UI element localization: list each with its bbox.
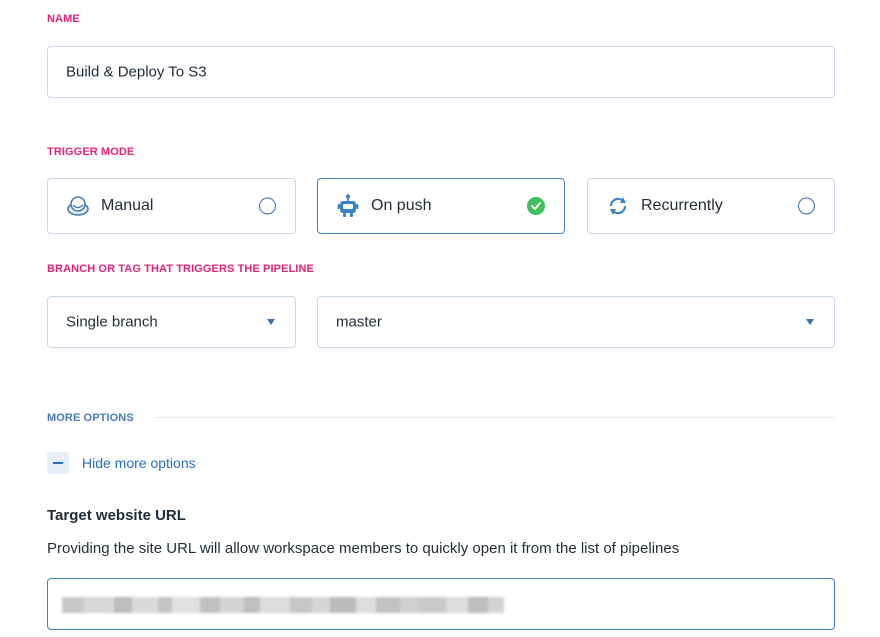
branch-name-select[interactable]: master — [317, 296, 835, 348]
radio-unchecked-icon[interactable] — [798, 197, 815, 215]
target-url-input[interactable] — [47, 578, 835, 630]
trigger-mode-manual-label: Manual — [101, 197, 154, 214]
trigger-mode-recurrently[interactable]: Recurrently — [587, 178, 835, 234]
minus-icon — [53, 462, 63, 464]
trigger-mode-on-push[interactable]: On push — [317, 178, 565, 234]
pipeline-name-input[interactable]: Build & Deploy To S3 — [47, 46, 835, 98]
caret-down-icon — [806, 319, 814, 325]
robot-icon — [335, 193, 361, 219]
trigger-mode-recurrently-label: Recurrently — [641, 197, 723, 214]
pipeline-name-value: Build & Deploy To S3 — [66, 63, 207, 81]
collapse-button[interactable] — [47, 452, 69, 474]
target-url-heading: Target website URL — [47, 507, 186, 524]
obscured-url-value — [62, 597, 504, 613]
trigger-mode-label: TRIGGER MODE — [47, 146, 135, 158]
branch-section-label: BRANCH OR TAG THAT TRIGGERS THE PIPELINE — [47, 263, 314, 275]
more-options-label: MORE OPTIONS — [47, 412, 134, 424]
hide-more-options-link[interactable]: Hide more options — [82, 455, 196, 471]
check-icon — [527, 197, 545, 215]
trigger-mode-manual[interactable]: Manual — [47, 178, 296, 234]
caret-down-icon — [267, 319, 275, 325]
branch-type-value: Single branch — [66, 313, 158, 331]
radio-unchecked-icon[interactable] — [259, 197, 276, 215]
bottom-shadow — [0, 629, 880, 637]
branch-name-value: master — [336, 313, 382, 331]
manual-icon — [65, 193, 91, 219]
target-url-description: Providing the site URL will allow worksp… — [47, 540, 680, 557]
trigger-mode-on-push-label: On push — [371, 197, 432, 214]
branch-type-select[interactable]: Single branch — [47, 296, 296, 348]
divider — [155, 417, 835, 418]
recurring-icon — [605, 193, 631, 219]
name-section-label: NAME — [47, 13, 80, 25]
